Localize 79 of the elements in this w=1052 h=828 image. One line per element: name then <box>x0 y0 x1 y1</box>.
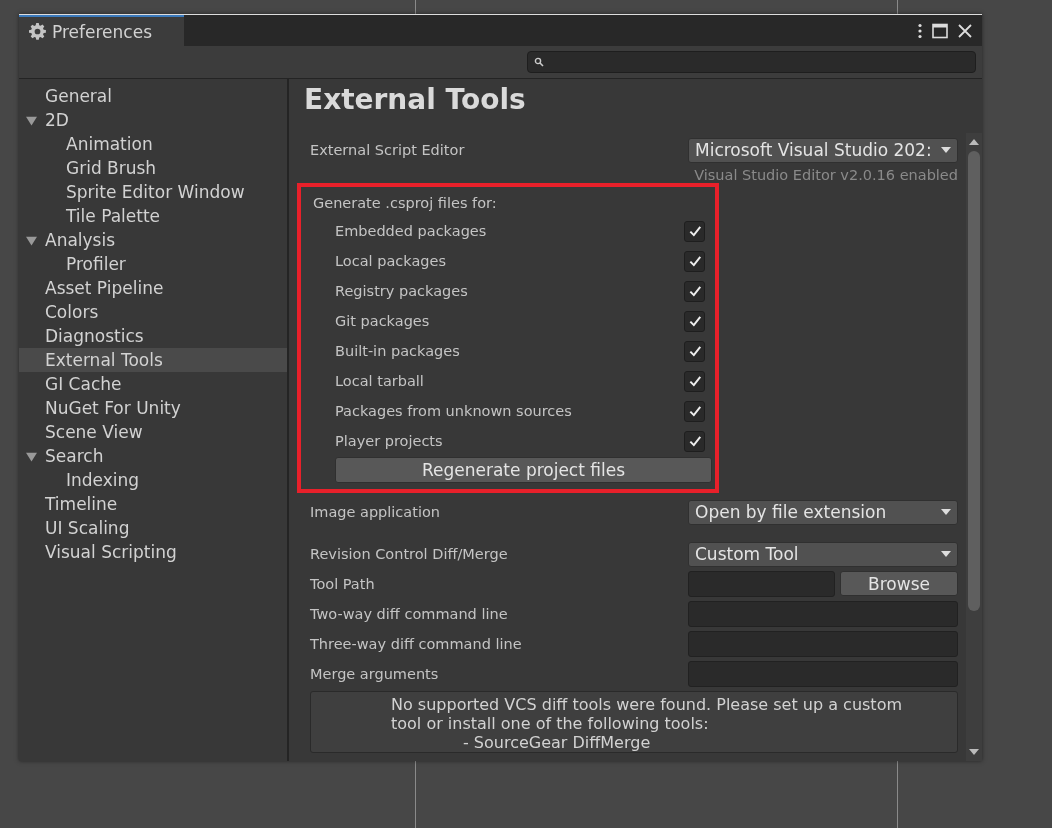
maximize-icon[interactable] <box>932 22 948 39</box>
check-icon <box>687 434 702 448</box>
sidebar-item[interactable]: GI Cache <box>19 372 287 396</box>
check-icon <box>687 404 702 418</box>
sidebar-item[interactable]: Timeline <box>19 492 287 516</box>
caret-icon <box>941 147 951 153</box>
checkbox-label: Registry packages <box>335 283 468 299</box>
image-application-dropdown[interactable]: Open by file extension <box>688 499 958 525</box>
checkbox[interactable] <box>684 220 705 242</box>
checkbox-label: Embedded packages <box>335 223 487 239</box>
field-label: Tool Path <box>310 576 375 592</box>
scrollbar[interactable] <box>966 133 982 761</box>
sidebar-item[interactable]: Indexing <box>19 468 287 492</box>
sidebar-item[interactable]: Visual Scripting <box>19 540 287 564</box>
sidebar-item[interactable]: NuGet For Unity <box>19 396 287 420</box>
checkbox-label: Local tarball <box>335 373 424 389</box>
sidebar-item[interactable]: General <box>19 84 287 108</box>
sidebar-item[interactable]: Colors <box>19 300 287 324</box>
sidebar-item[interactable]: Analysis <box>19 228 287 252</box>
scroll-up-icon[interactable] <box>969 139 979 145</box>
sidebar-item[interactable]: Animation <box>19 132 287 156</box>
checkbox[interactable] <box>684 250 705 272</box>
sidebar-item[interactable]: Scene View <box>19 420 287 444</box>
section-label: Generate .csproj files for: <box>313 194 498 213</box>
field-label: Image application <box>310 504 440 520</box>
settings-icon <box>29 23 46 40</box>
window-tab[interactable]: Preferences <box>19 15 184 46</box>
checkbox[interactable] <box>684 430 705 452</box>
check-icon <box>687 314 702 328</box>
sidebar-item[interactable]: 2D <box>19 108 287 132</box>
checkbox-label: Built-in packages <box>335 343 460 359</box>
sidebar-item[interactable]: Grid Brush <box>19 156 287 180</box>
search-field[interactable] <box>527 51 976 73</box>
search-icon <box>534 57 544 67</box>
checkbox[interactable] <box>684 340 705 362</box>
checkbox-label: Player projects <box>335 433 443 449</box>
field-label: Revision Control Diff/Merge <box>310 546 508 562</box>
scroll-down-icon[interactable] <box>969 749 979 755</box>
help-text: - SourceGear DiffMerge <box>462 733 652 752</box>
close-icon[interactable] <box>957 22 973 39</box>
help-text: tool or install one of the following tools: <box>391 714 710 733</box>
check-icon <box>687 344 702 358</box>
page-title: External Tools <box>303 82 527 118</box>
caret-icon <box>941 509 951 515</box>
sidebar-item[interactable]: Tile Palette <box>19 204 287 228</box>
checkbox-label: Local packages <box>335 253 446 269</box>
checkbox[interactable] <box>684 280 705 302</box>
field-label: External Script Editor <box>310 142 465 158</box>
sidebar-item[interactable]: UI Scaling <box>19 516 287 540</box>
checkbox[interactable] <box>684 310 705 332</box>
checkbox[interactable] <box>684 400 705 422</box>
checkbox-label: Packages from unknown sources <box>335 403 572 419</box>
sidebar-item[interactable]: Search <box>19 444 287 468</box>
check-icon <box>687 284 702 298</box>
check-icon <box>687 224 702 238</box>
checkbox[interactable] <box>684 370 705 392</box>
diff-tool-dropdown[interactable]: Custom Tool <box>688 541 958 567</box>
sidebar-item[interactable]: Sprite Editor Window <box>19 180 287 204</box>
field-label: Merge arguments <box>310 666 439 682</box>
check-icon <box>687 254 702 268</box>
check-icon <box>687 374 702 388</box>
expand-arrow-icon[interactable] <box>26 115 37 126</box>
script-editor-dropdown[interactable]: Microsoft Visual Studio 202: <box>688 137 958 163</box>
sidebar-item[interactable]: Profiler <box>19 252 287 276</box>
caret-icon <box>941 551 951 557</box>
field-label: Two-way diff command line <box>310 606 508 622</box>
expand-arrow-icon[interactable] <box>26 451 37 462</box>
window-title: Preferences <box>52 21 152 42</box>
sidebar-item[interactable]: Asset Pipeline <box>19 276 287 300</box>
more-options-icon[interactable] <box>917 22 923 39</box>
status-note: Visual Studio Editor v2.0.16 enabled <box>693 167 958 183</box>
browse-button[interactable]: Browse <box>840 571 958 596</box>
expand-arrow-icon[interactable] <box>26 235 37 246</box>
help-text: No supported VCS diff tools were found. Please set up a custom <box>391 695 903 714</box>
field-label: Three-way diff command line <box>310 636 522 652</box>
checkbox-label: Git packages <box>335 313 430 329</box>
sidebar-item[interactable]: External Tools <box>19 348 287 372</box>
regenerate-button[interactable]: Regenerate project files <box>335 457 712 483</box>
sidebar-item[interactable]: Diagnostics <box>19 324 287 348</box>
